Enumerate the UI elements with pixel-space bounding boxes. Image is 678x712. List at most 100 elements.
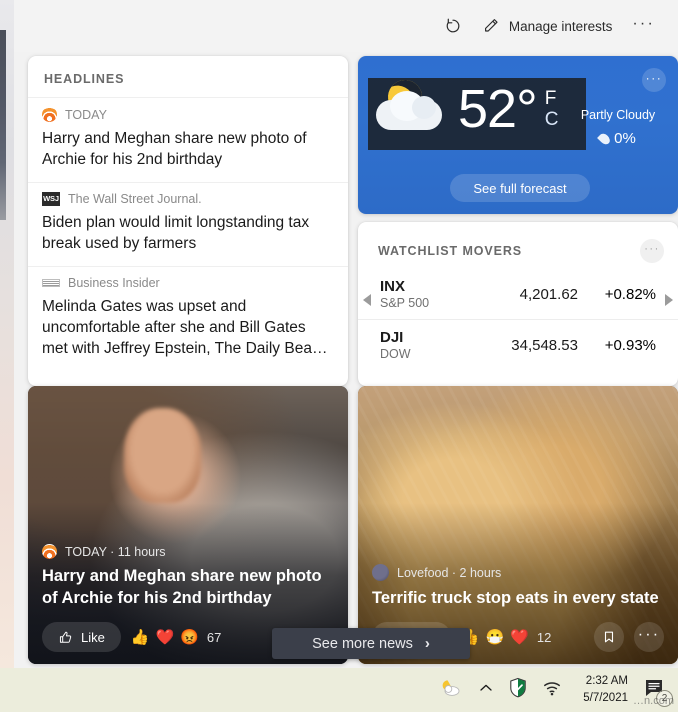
notification-center-button[interactable]: 2 bbox=[642, 677, 673, 707]
refresh-button[interactable] bbox=[435, 9, 471, 43]
news-card-more-options-button[interactable]: ··· bbox=[634, 622, 664, 652]
watchlist-symbol: DJI DOW bbox=[380, 329, 482, 361]
weather-condition-label: Partly Cloudy bbox=[580, 108, 656, 122]
cloud-shape bbox=[412, 96, 436, 119]
watchlist-ticker: INX bbox=[380, 278, 406, 295]
desktop-background bbox=[0, 0, 14, 668]
wifi-icon bbox=[542, 679, 562, 702]
watchlist-change: +0.93% bbox=[604, 336, 656, 354]
today-logo-icon bbox=[42, 544, 57, 560]
weather-card[interactable]: ··· 52° F C Partly Cloudy 0% See full fo… bbox=[358, 56, 678, 214]
watchlist-card-title: WATCHLIST MOVERS bbox=[378, 244, 523, 258]
chevron-right-icon: › bbox=[424, 635, 430, 652]
news-card-truck-stop-eats[interactable]: Lovefood · 2 hours Terrific truck stop e… bbox=[358, 386, 678, 664]
headline-source-label: Business Insider bbox=[68, 275, 160, 290]
watchlist-index-name: DOW bbox=[380, 347, 411, 361]
reaction-emoji-heart: ❤️ bbox=[155, 628, 175, 646]
reaction-emoji-mask: 😷 bbox=[485, 628, 505, 646]
headline-source: Business Insider bbox=[42, 276, 334, 290]
see-full-forecast-label: See full forecast bbox=[473, 180, 567, 196]
taskbar-weather-button[interactable] bbox=[440, 678, 464, 703]
watchlist-row[interactable]: DJI DOW 34,548.53 +0.93% bbox=[358, 319, 678, 370]
headline-text: Melinda Gates was upset and uncomfortabl… bbox=[42, 297, 328, 357]
news-card-source-label: Lovefood · 2 hours bbox=[397, 565, 502, 580]
chevron-right-icon[interactable] bbox=[665, 294, 673, 306]
business-insider-logo-icon bbox=[42, 278, 60, 287]
reaction-count: 12 bbox=[536, 629, 552, 645]
thumbs-up-outline-icon bbox=[58, 630, 73, 645]
headline-source: WSJ The Wall Street Journal. bbox=[42, 191, 334, 206]
like-button[interactable]: Like bbox=[42, 622, 121, 652]
lovefood-avatar-icon bbox=[372, 564, 389, 582]
today-logo-icon bbox=[42, 107, 57, 122]
watchlist-ticker: DJI bbox=[380, 329, 404, 346]
watchlist-price: 34,548.53 bbox=[511, 336, 578, 354]
watchlist-symbol: INX S&P 500 bbox=[380, 278, 482, 310]
news-card-headline: Terrific truck stop eats in every state bbox=[372, 589, 659, 608]
cards-grid: HEADLINES TODAY Harry and Meghan share n… bbox=[14, 52, 678, 668]
see-full-forecast-button[interactable]: See full forecast bbox=[450, 174, 590, 202]
clock-and-date[interactable]: 2:32 AM 5/7/2021 bbox=[576, 673, 628, 706]
windows-security-button[interactable] bbox=[508, 677, 528, 703]
headline-source-label: TODAY bbox=[65, 107, 107, 122]
precipitation-value: 0% bbox=[614, 130, 636, 147]
manage-interests-button[interactable]: Manage interests bbox=[473, 9, 622, 43]
reaction-count: 67 bbox=[206, 629, 222, 645]
headlines-card-title: HEADLINES bbox=[44, 72, 125, 86]
watchlist-index-name: S&P 500 bbox=[380, 296, 430, 310]
reaction-emoji-thumbsup: 👍 bbox=[130, 628, 150, 646]
headline-source: TODAY bbox=[42, 107, 334, 122]
news-card-headline: Harry and Meghan share new photo of Arch… bbox=[42, 567, 322, 608]
weather-more-options-button[interactable]: ··· bbox=[642, 68, 666, 92]
reaction-emoji-heart: ❤️ bbox=[510, 628, 529, 646]
sun-behind-cloud-icon bbox=[440, 678, 464, 703]
watchlist-change: +0.82% bbox=[604, 285, 656, 303]
watchlist-more-options-button[interactable]: ··· bbox=[640, 239, 664, 263]
see-more-news-button[interactable]: See more news › bbox=[272, 628, 470, 659]
unit-celsius[interactable]: C bbox=[545, 109, 559, 130]
watchlist-price: 4,201.62 bbox=[519, 285, 578, 303]
clock-time: 2:32 AM bbox=[585, 675, 628, 688]
headline-item[interactable]: WSJ The Wall Street Journal. Biden plan … bbox=[28, 181, 348, 266]
more-ellipsis-icon: ··· bbox=[632, 15, 655, 32]
degree-symbol: ° bbox=[516, 79, 538, 139]
see-more-news-label: See more news bbox=[312, 635, 413, 652]
desktop-screen: Manage interests ··· HEADLINES TODAY Har… bbox=[0, 0, 678, 712]
reaction-emoji-angry: 😡 bbox=[180, 628, 199, 646]
more-ellipsis-icon: ··· bbox=[644, 243, 660, 255]
headline-text: Biden plan would limit longstanding tax … bbox=[42, 213, 310, 252]
unit-toggle[interactable]: F C bbox=[545, 88, 559, 130]
headline-item[interactable]: Business Insider Melinda Gates was upset… bbox=[28, 265, 348, 371]
watchlist-movers-card: WATCHLIST MOVERS ··· INX S&P 500 4,201.6… bbox=[358, 222, 678, 386]
headline-text: Harry and Meghan share new photo of Arch… bbox=[42, 130, 307, 168]
headlines-card: HEADLINES TODAY Harry and Meghan share n… bbox=[28, 56, 348, 386]
reaction-summary[interactable]: 👍 😷 ❤️ 12 bbox=[461, 630, 552, 645]
moon-behind-cloud-icon bbox=[368, 75, 458, 140]
watchlist-row[interactable]: INX S&P 500 4,201.62 +0.82% bbox=[358, 269, 678, 319]
temperature-number: 52 bbox=[458, 79, 517, 139]
temperature-value: 52° bbox=[458, 79, 538, 139]
system-tray: 2:32 AM 5/7/2021 2 bbox=[440, 668, 673, 712]
panel-toolbar: Manage interests ··· bbox=[14, 0, 678, 52]
windows-taskbar: 2:32 AM 5/7/2021 2 …n.com bbox=[0, 668, 678, 712]
reaction-summary[interactable]: 👍 ❤️ 😡 67 bbox=[131, 630, 222, 645]
news-card-source-label: TODAY · 11 hours bbox=[65, 544, 166, 559]
show-hidden-icons-button[interactable] bbox=[478, 681, 494, 699]
clock-date: 5/7/2021 bbox=[583, 692, 628, 704]
pencil-icon bbox=[482, 17, 500, 35]
background-window-edge bbox=[0, 30, 6, 220]
watchlist-header: WATCHLIST MOVERS ··· bbox=[358, 222, 678, 269]
chevron-left-icon[interactable] bbox=[363, 294, 371, 306]
water-droplet-icon bbox=[597, 131, 613, 146]
news-card-harry-meghan[interactable]: TODAY · 11 hours Harry and Meghan share … bbox=[28, 386, 348, 664]
headline-item[interactable]: TODAY Harry and Meghan share new photo o… bbox=[28, 97, 348, 182]
refresh-icon bbox=[444, 17, 462, 35]
notification-count-badge: 2 bbox=[656, 690, 673, 707]
news-card-source: TODAY · 11 hours bbox=[42, 544, 334, 560]
save-article-button[interactable] bbox=[594, 622, 624, 652]
panel-more-options-button[interactable]: ··· bbox=[623, 9, 664, 43]
more-ellipsis-icon: ··· bbox=[637, 626, 661, 643]
unit-fahrenheit[interactable]: F bbox=[545, 88, 559, 109]
network-button[interactable] bbox=[542, 679, 562, 702]
weather-conditions: Partly Cloudy 0% bbox=[570, 108, 666, 147]
